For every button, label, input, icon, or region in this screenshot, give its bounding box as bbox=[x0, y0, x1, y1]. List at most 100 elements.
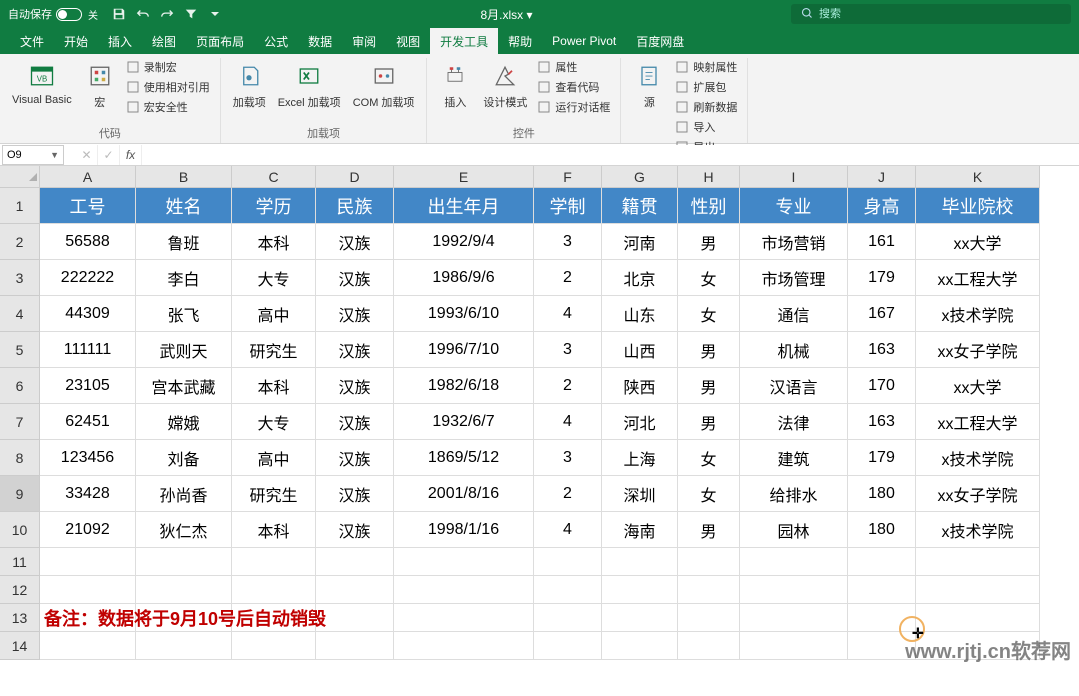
cell-D5[interactable]: 汉族 bbox=[316, 332, 394, 368]
cell-C8[interactable]: 高中 bbox=[232, 440, 316, 476]
save-icon[interactable] bbox=[112, 7, 126, 21]
cell-G11[interactable] bbox=[602, 548, 678, 576]
search-input[interactable] bbox=[819, 8, 1061, 20]
name-box[interactable]: O9 ▼ bbox=[2, 145, 64, 165]
cell-K2[interactable]: xx大学 bbox=[916, 224, 1040, 260]
cell-H3[interactable]: 女 bbox=[678, 260, 740, 296]
cell-D11[interactable] bbox=[316, 548, 394, 576]
cell-F7[interactable]: 4 bbox=[534, 404, 602, 440]
cell-G4[interactable]: 山东 bbox=[602, 296, 678, 332]
cell-G3[interactable]: 北京 bbox=[602, 260, 678, 296]
col-header-J[interactable]: J bbox=[848, 166, 916, 188]
cell-D3[interactable]: 汉族 bbox=[316, 260, 394, 296]
cell-K5[interactable]: xx女子学院 bbox=[916, 332, 1040, 368]
cell-I8[interactable]: 建筑 bbox=[740, 440, 848, 476]
cell-G9[interactable]: 深圳 bbox=[602, 476, 678, 512]
cell-H14[interactable] bbox=[678, 632, 740, 660]
cell-B3[interactable]: 李白 bbox=[136, 260, 232, 296]
cell-J3[interactable]: 179 bbox=[848, 260, 916, 296]
cell-F1[interactable]: 学制 bbox=[534, 188, 602, 224]
cell-H8[interactable]: 女 bbox=[678, 440, 740, 476]
col-header-G[interactable]: G bbox=[602, 166, 678, 188]
cell-A3[interactable]: 222222 bbox=[40, 260, 136, 296]
ribbon-big-1-1[interactable]: Excel 加载项 bbox=[274, 58, 345, 112]
cell-E8[interactable]: 1869/5/12 bbox=[394, 440, 534, 476]
cell-H13[interactable] bbox=[678, 604, 740, 632]
cell-J8[interactable]: 179 bbox=[848, 440, 916, 476]
cell-D7[interactable]: 汉族 bbox=[316, 404, 394, 440]
menu-tab-12[interactable]: 百度网盘 bbox=[626, 28, 694, 54]
ribbon-small-2-1[interactable]: 查看代码 bbox=[535, 78, 612, 96]
cell-C6[interactable]: 本科 bbox=[232, 368, 316, 404]
row-header-3[interactable]: 3 bbox=[0, 260, 40, 296]
cell-F4[interactable]: 4 bbox=[534, 296, 602, 332]
cell-G7[interactable]: 河北 bbox=[602, 404, 678, 440]
cell-J6[interactable]: 170 bbox=[848, 368, 916, 404]
cell-D6[interactable]: 汉族 bbox=[316, 368, 394, 404]
menu-tab-4[interactable]: 页面布局 bbox=[186, 28, 254, 54]
menu-tab-7[interactable]: 审阅 bbox=[342, 28, 386, 54]
cell-F10[interactable]: 4 bbox=[534, 512, 602, 548]
cell-H5[interactable]: 男 bbox=[678, 332, 740, 368]
cell-A12[interactable] bbox=[40, 576, 136, 604]
cell-A9[interactable]: 33428 bbox=[40, 476, 136, 512]
cell-B14[interactable] bbox=[136, 632, 232, 660]
cell-J12[interactable] bbox=[848, 576, 916, 604]
cell-C1[interactable]: 学历 bbox=[232, 188, 316, 224]
cell-E7[interactable]: 1932/6/7 bbox=[394, 404, 534, 440]
cell-G13[interactable] bbox=[602, 604, 678, 632]
cell-J10[interactable]: 180 bbox=[848, 512, 916, 548]
cell-C7[interactable]: 大专 bbox=[232, 404, 316, 440]
ribbon-big-1-0[interactable]: 加载项 bbox=[229, 58, 270, 112]
cell-C5[interactable]: 研究生 bbox=[232, 332, 316, 368]
row-header-7[interactable]: 7 bbox=[0, 404, 40, 440]
cell-G12[interactable] bbox=[602, 576, 678, 604]
dropdown-icon[interactable] bbox=[208, 7, 222, 21]
row-header-11[interactable]: 11 bbox=[0, 548, 40, 576]
confirm-icon[interactable]: ✓ bbox=[98, 145, 120, 165]
cell-I3[interactable]: 市场管理 bbox=[740, 260, 848, 296]
cell-I1[interactable]: 专业 bbox=[740, 188, 848, 224]
cell-B1[interactable]: 姓名 bbox=[136, 188, 232, 224]
cell-A8[interactable]: 123456 bbox=[40, 440, 136, 476]
menu-tab-8[interactable]: 视图 bbox=[386, 28, 430, 54]
cell-F8[interactable]: 3 bbox=[534, 440, 602, 476]
cell-H10[interactable]: 男 bbox=[678, 512, 740, 548]
cell-D14[interactable] bbox=[316, 632, 394, 660]
cell-I9[interactable]: 给排水 bbox=[740, 476, 848, 512]
cell-K14[interactable] bbox=[916, 632, 1040, 660]
row-header-14[interactable]: 14 bbox=[0, 632, 40, 660]
cell-K12[interactable] bbox=[916, 576, 1040, 604]
ribbon-big-0-1[interactable]: 宏 bbox=[80, 58, 120, 112]
cell-A5[interactable]: 111111 bbox=[40, 332, 136, 368]
cell-E12[interactable] bbox=[394, 576, 534, 604]
cell-J5[interactable]: 163 bbox=[848, 332, 916, 368]
menu-tab-0[interactable]: 文件 bbox=[10, 28, 54, 54]
menu-tab-3[interactable]: 绘图 bbox=[142, 28, 186, 54]
cell-I6[interactable]: 汉语言 bbox=[740, 368, 848, 404]
cell-J9[interactable]: 180 bbox=[848, 476, 916, 512]
fx-icon[interactable]: fx bbox=[120, 145, 142, 165]
formula-input[interactable] bbox=[142, 145, 1079, 165]
col-header-I[interactable]: I bbox=[740, 166, 848, 188]
cell-B6[interactable]: 宫本武藏 bbox=[136, 368, 232, 404]
cell-H1[interactable]: 性别 bbox=[678, 188, 740, 224]
cell-K1[interactable]: 毕业院校 bbox=[916, 188, 1040, 224]
cell-A14[interactable] bbox=[40, 632, 136, 660]
cell-I2[interactable]: 市场营销 bbox=[740, 224, 848, 260]
ribbon-small-3-2[interactable]: 刷新数据 bbox=[673, 98, 739, 116]
col-header-K[interactable]: K bbox=[916, 166, 1040, 188]
cell-B12[interactable] bbox=[136, 576, 232, 604]
cell-C12[interactable] bbox=[232, 576, 316, 604]
cell-E10[interactable]: 1998/1/16 bbox=[394, 512, 534, 548]
cell-F5[interactable]: 3 bbox=[534, 332, 602, 368]
select-all-corner[interactable] bbox=[0, 166, 40, 188]
menu-tab-11[interactable]: Power Pivot bbox=[542, 28, 626, 54]
cell-E6[interactable]: 1982/6/18 bbox=[394, 368, 534, 404]
cell-I4[interactable]: 通信 bbox=[740, 296, 848, 332]
cell-G5[interactable]: 山西 bbox=[602, 332, 678, 368]
ribbon-small-3-1[interactable]: 扩展包 bbox=[673, 78, 739, 96]
row-header-8[interactable]: 8 bbox=[0, 440, 40, 476]
cell-E11[interactable] bbox=[394, 548, 534, 576]
cell-H12[interactable] bbox=[678, 576, 740, 604]
